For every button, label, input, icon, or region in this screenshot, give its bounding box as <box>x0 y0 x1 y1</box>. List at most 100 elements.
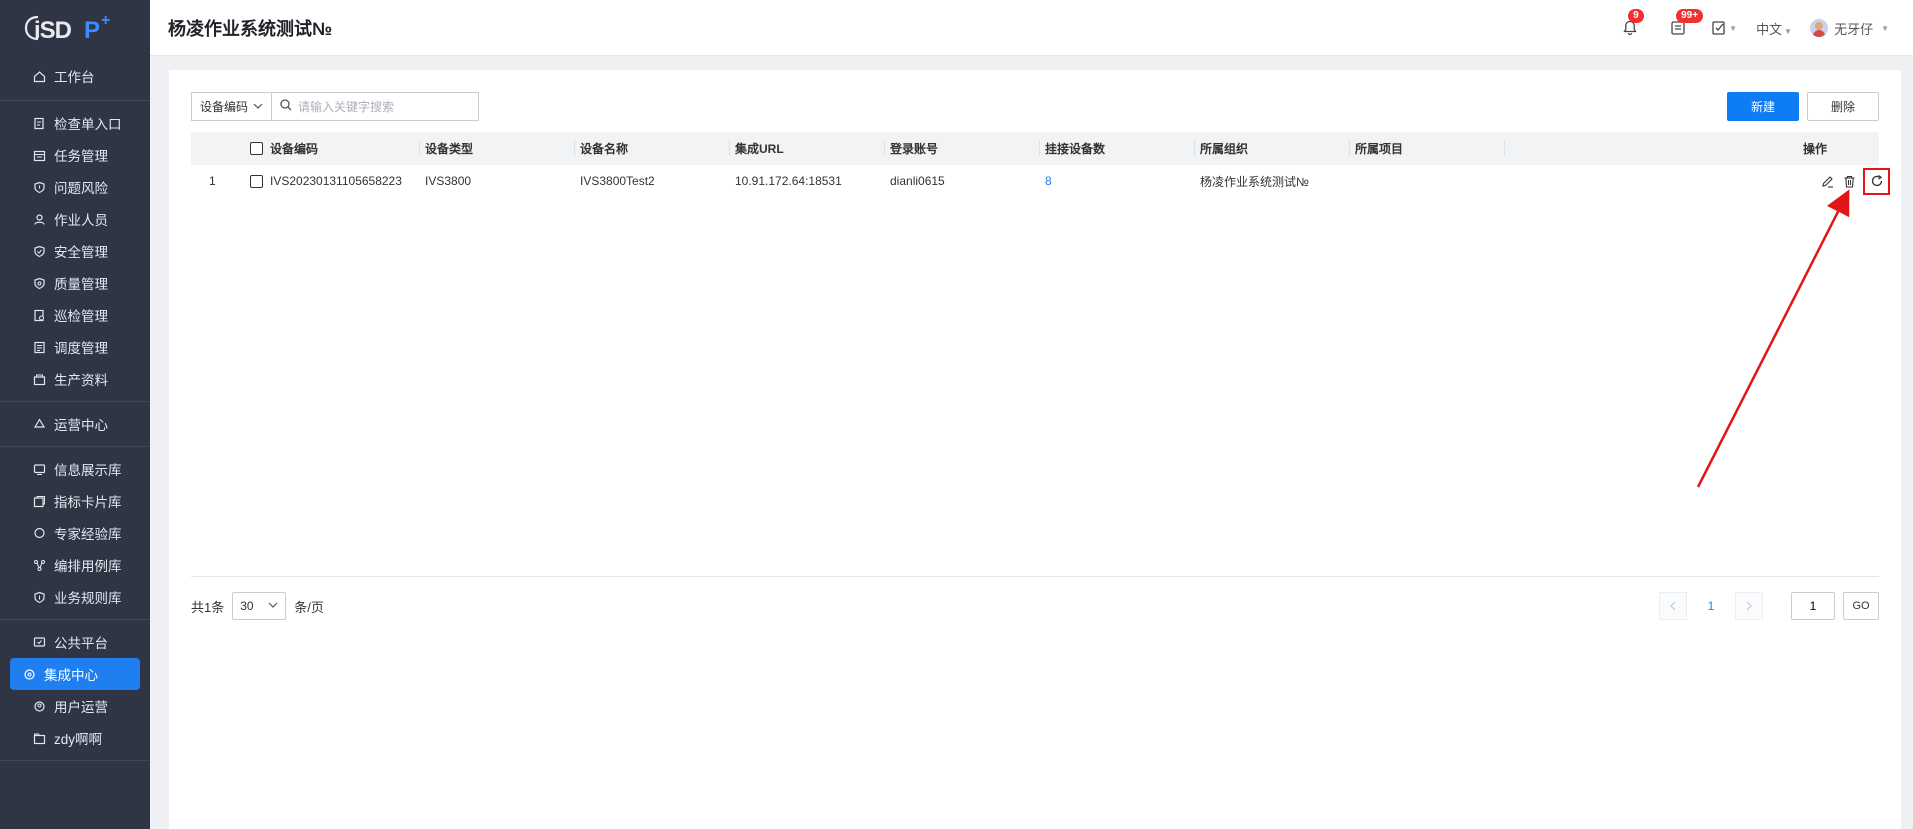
sidebar-item-label: 集成中心 <box>44 668 98 683</box>
column-header-device-name: 设备名称 <box>580 142 629 156</box>
sidebar-item-label: 巡检管理 <box>54 309 108 324</box>
search-input[interactable] <box>298 99 468 114</box>
flow-icon <box>32 558 46 572</box>
page-number[interactable]: 1 <box>1697 592 1725 620</box>
chevron-left-icon <box>1670 601 1676 611</box>
row-checkbox[interactable] <box>250 174 263 188</box>
select-all-checkbox[interactable] <box>250 142 263 155</box>
sidebar-item-label: 调度管理 <box>54 341 108 356</box>
sidebar-item-calendar[interactable]: 任务管理 <box>10 139 140 171</box>
prev-page-button[interactable] <box>1659 592 1687 620</box>
message-icon[interactable]: 99+ <box>1668 9 1704 38</box>
inspect-icon <box>32 308 46 322</box>
username: 无牙仔 <box>1834 21 1874 37</box>
toolbar: 设备编码 新建 删除 <box>191 92 1879 122</box>
next-page-button[interactable] <box>1735 592 1763 620</box>
device-name: IVS3800Test2 <box>580 174 655 188</box>
sidebar-item-home[interactable]: 工作台 <box>10 60 140 92</box>
edit-icon[interactable] <box>1819 173 1835 189</box>
sidebar-item-label: 检查单入口 <box>54 117 122 132</box>
sidebar-item-user-ops[interactable]: 用户运营 <box>10 690 140 722</box>
sidebar-item-people[interactable]: 作业人员 <box>10 203 140 235</box>
people-icon <box>32 212 46 226</box>
sidebar-item-card[interactable]: 指标卡片库 <box>10 485 140 517</box>
folder-icon <box>32 731 46 745</box>
page-size-select[interactable]: 30 <box>232 592 287 620</box>
sidebar-item-shield-quality[interactable]: 质量管理 <box>10 267 140 299</box>
sidebar-nav: 工作台检查单入口任务管理 问题风险 作业人员安全管理质量管理巡检管理调度管理生产资料… <box>0 56 150 761</box>
pagination: 1 GO <box>1659 592 1879 620</box>
sidebar-item-shield-alert[interactable]: 问题风险 <box>10 171 140 203</box>
shield-alert-icon <box>32 180 46 194</box>
sidebar-item-label: 信息展示库 <box>54 463 122 478</box>
sidebar-item-display[interactable]: 信息展示库 <box>10 453 140 485</box>
go-button[interactable]: GO <box>1843 592 1879 620</box>
pagination-summary: 共1条 30 条/页 <box>191 592 324 620</box>
sidebar-item-recycle[interactable]: 运营中心 <box>10 408 140 440</box>
sidebar-group: 信息展示库指标卡片库专家经验库编排用例库业务规则库 <box>0 447 150 620</box>
sidebar-item-checklist[interactable]: 检查单入口 <box>10 107 140 139</box>
top-header: 杨凌作业系统测试№ 9 99+ ▼ 中文 ▼ 无牙仔 ▼ <box>150 0 1913 56</box>
chevron-right-icon <box>1746 601 1752 611</box>
sidebar-item-integration[interactable]: 集成中心 <box>10 658 140 690</box>
sidebar-group: 检查单入口任务管理 问题风险 作业人员安全管理质量管理巡检管理调度管理生产资料 <box>0 101 150 402</box>
column-header-device-type: 设备类型 <box>425 142 474 156</box>
new-button[interactable]: 新建 <box>1727 92 1799 121</box>
sidebar-item-label: 安全管理 <box>54 245 108 260</box>
sidebar: iSD P + 工作台检查单入口任务管理 问题风险 作业人员安全管理质量管理巡检管理… <box>0 0 150 829</box>
attached-device-count-link[interactable]: 8 <box>1045 165 1052 197</box>
per-page-label: 条/页 <box>294 599 324 615</box>
device-table: 设备编码 设备类型 设备名称 集成URL 登录账号 挂接设备数 所属组织 所属项… <box>191 132 1890 197</box>
language-label: 中文 <box>1756 21 1783 37</box>
row-actions <box>1819 165 1890 197</box>
platform-icon <box>32 635 46 649</box>
sidebar-item-platform[interactable]: 公共平台 <box>10 626 140 658</box>
sidebar-item-label: 专家经验库 <box>54 527 122 542</box>
notification-bell-icon[interactable]: 9 <box>1620 9 1644 38</box>
sidebar-item-rule[interactable]: 业务规则库 <box>10 581 140 613</box>
schedule-icon <box>32 340 46 354</box>
sidebar-item-label: 编排用例库 <box>54 559 122 574</box>
sidebar-item-label: 用户运营 <box>54 700 108 715</box>
login-account: dianli0615 <box>890 174 945 188</box>
language-switcher[interactable]: 中文 ▼ <box>1756 19 1792 38</box>
sidebar-item-inspect[interactable]: 巡检管理 <box>10 299 140 331</box>
user-menu[interactable]: 无牙仔 ▼ <box>1810 19 1889 38</box>
sidebar-item-label: 质量管理 <box>54 277 108 292</box>
logo[interactable]: iSD P + <box>0 0 150 56</box>
shield-check-icon <box>32 244 46 258</box>
sidebar-item-shield-check[interactable]: 安全管理 <box>10 235 140 267</box>
sidebar-item-schedule[interactable]: 调度管理 <box>10 331 140 363</box>
refresh-icon[interactable] <box>1863 167 1890 195</box>
avatar <box>1810 19 1829 37</box>
filter-field-select[interactable]: 设备编码 <box>191 92 271 121</box>
header-actions: 9 99+ ▼ 中文 ▼ 无牙仔 ▼ <box>1620 0 1889 56</box>
sidebar-item-label: 生产资料 <box>54 373 108 388</box>
sidebar-item-folder[interactable]: zdy啊啊 <box>10 722 140 754</box>
divider <box>191 576 1879 577</box>
sidebar-group: 运营中心 <box>0 402 150 447</box>
delete-icon[interactable] <box>1841 173 1857 189</box>
table-row: 1 IVS20230131105658223 IVS3800 IVS3800Te… <box>191 165 1890 197</box>
sidebar-group: 公共平台集成中心用户运营 zdy啊啊 <box>0 620 150 761</box>
user-ops-icon <box>32 699 46 713</box>
recycle-icon <box>32 417 46 431</box>
task-menu-icon[interactable]: ▼ <box>1710 18 1738 38</box>
device-code: IVS20230131105658223 <box>270 174 402 188</box>
page-size-value: 30 <box>240 599 254 613</box>
column-header-url: 集成URL <box>735 142 784 156</box>
rule-icon <box>32 590 46 604</box>
sidebar-item-label: zdy啊啊 <box>54 732 103 747</box>
materials-icon <box>32 372 46 386</box>
chevron-down-icon <box>268 599 278 613</box>
sidebar-item-chat[interactable]: 专家经验库 <box>10 517 140 549</box>
home-icon <box>32 69 46 83</box>
jump-page-input[interactable] <box>1791 592 1835 620</box>
sidebar-item-label: 业务规则库 <box>54 591 122 606</box>
search-filter: 设备编码 <box>191 92 479 121</box>
sidebar-item-flow[interactable]: 编排用例库 <box>10 549 140 581</box>
chevron-down-icon: ▼ <box>1784 26 1793 36</box>
sidebar-item-materials[interactable]: 生产资料 <box>10 363 140 395</box>
delete-button[interactable]: 删除 <box>1807 92 1879 121</box>
column-header-project: 所属项目 <box>1355 142 1404 156</box>
